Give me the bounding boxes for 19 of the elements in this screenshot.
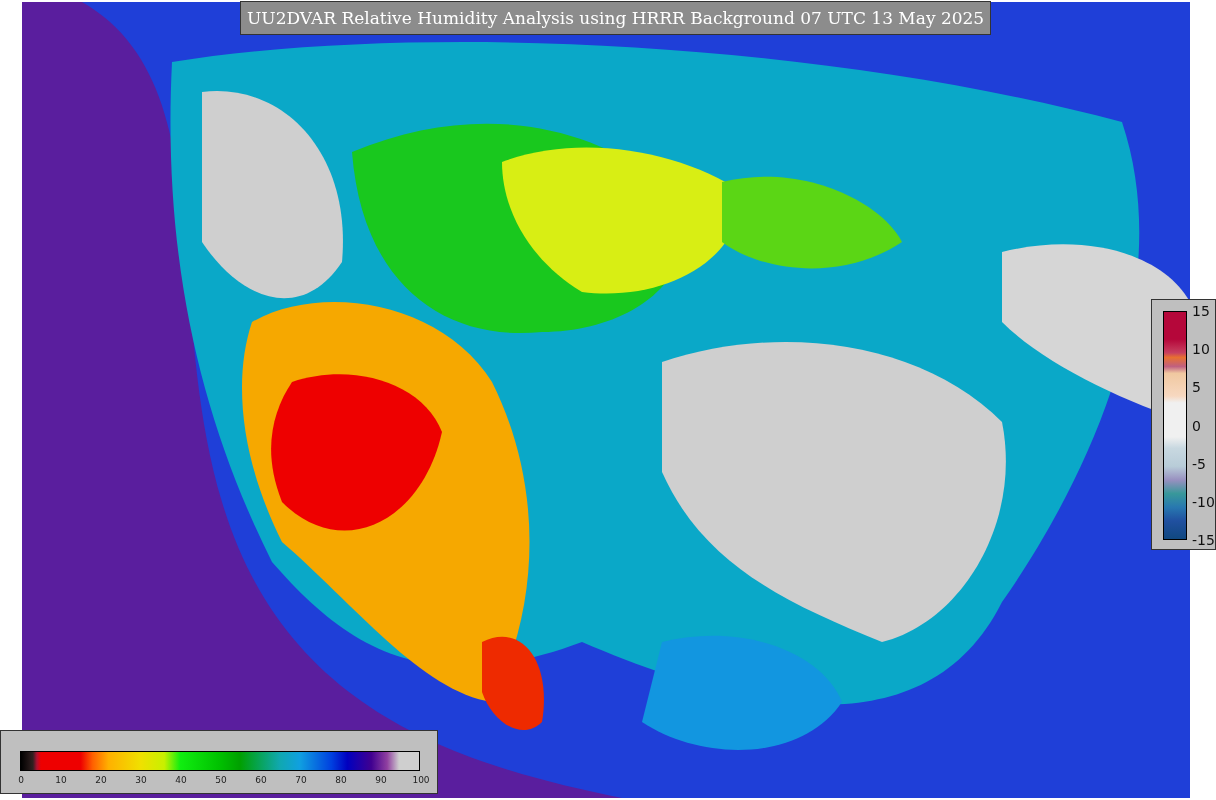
map-title: UU2DVAR Relative Humidity Analysis using HRRR Background 07 UTC 13 May 2025 (240, 1, 992, 35)
tick-label: 10 (1192, 341, 1210, 358)
tick-label: 60 (255, 775, 267, 785)
tick-label: -10 (1192, 493, 1215, 510)
tick-label: 30 (135, 775, 147, 785)
tick-label: 50 (215, 775, 227, 785)
tick-label: 0 (18, 775, 24, 785)
tick-label: 20 (95, 775, 107, 785)
tick-label: 10 (55, 775, 67, 785)
tick-label: 70 (295, 775, 307, 785)
tick-label: 100 (412, 775, 430, 785)
tick-label: 5 (1192, 379, 1201, 396)
tick-label: -5 (1192, 455, 1206, 472)
tick-label: 0 (1192, 417, 1201, 434)
tick-label: 90 (375, 775, 387, 785)
tick-label: 15 (1192, 303, 1210, 319)
tick-label: -15 (1192, 532, 1215, 548)
tick-label: 40 (175, 775, 187, 785)
tick-label: 80 (335, 775, 347, 785)
